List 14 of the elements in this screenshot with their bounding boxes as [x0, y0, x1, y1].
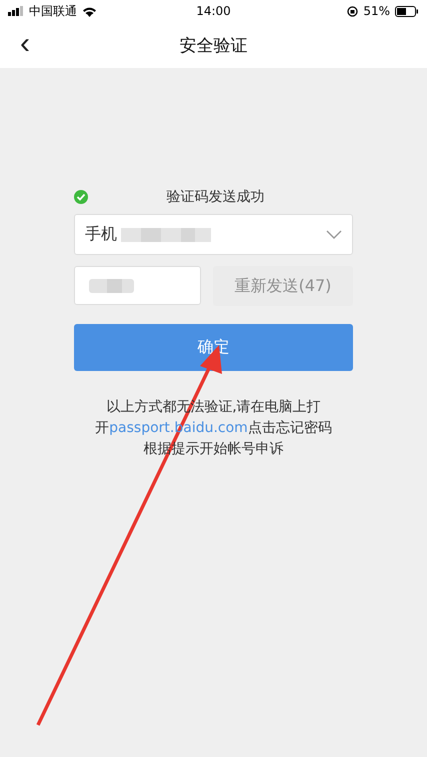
wifi-icon: [82, 6, 97, 16]
page-title: 安全验证: [180, 34, 248, 56]
signal-icon: [8, 6, 24, 16]
battery-icon: [395, 6, 419, 16]
phone-select[interactable]: 手机: [74, 214, 353, 255]
code-field[interactable]: [74, 266, 201, 305]
status-message: 验证码发送成功: [166, 188, 266, 206]
redacted-code: [89, 278, 134, 292]
clock-time: 14:00: [196, 4, 231, 18]
chevron-down-icon: [326, 230, 342, 239]
carrier-name: 中国联通: [29, 2, 77, 20]
rotation-lock-icon: [347, 6, 358, 16]
back-button[interactable]: ‹: [14, 30, 36, 58]
battery-percent: 51%: [363, 4, 390, 18]
